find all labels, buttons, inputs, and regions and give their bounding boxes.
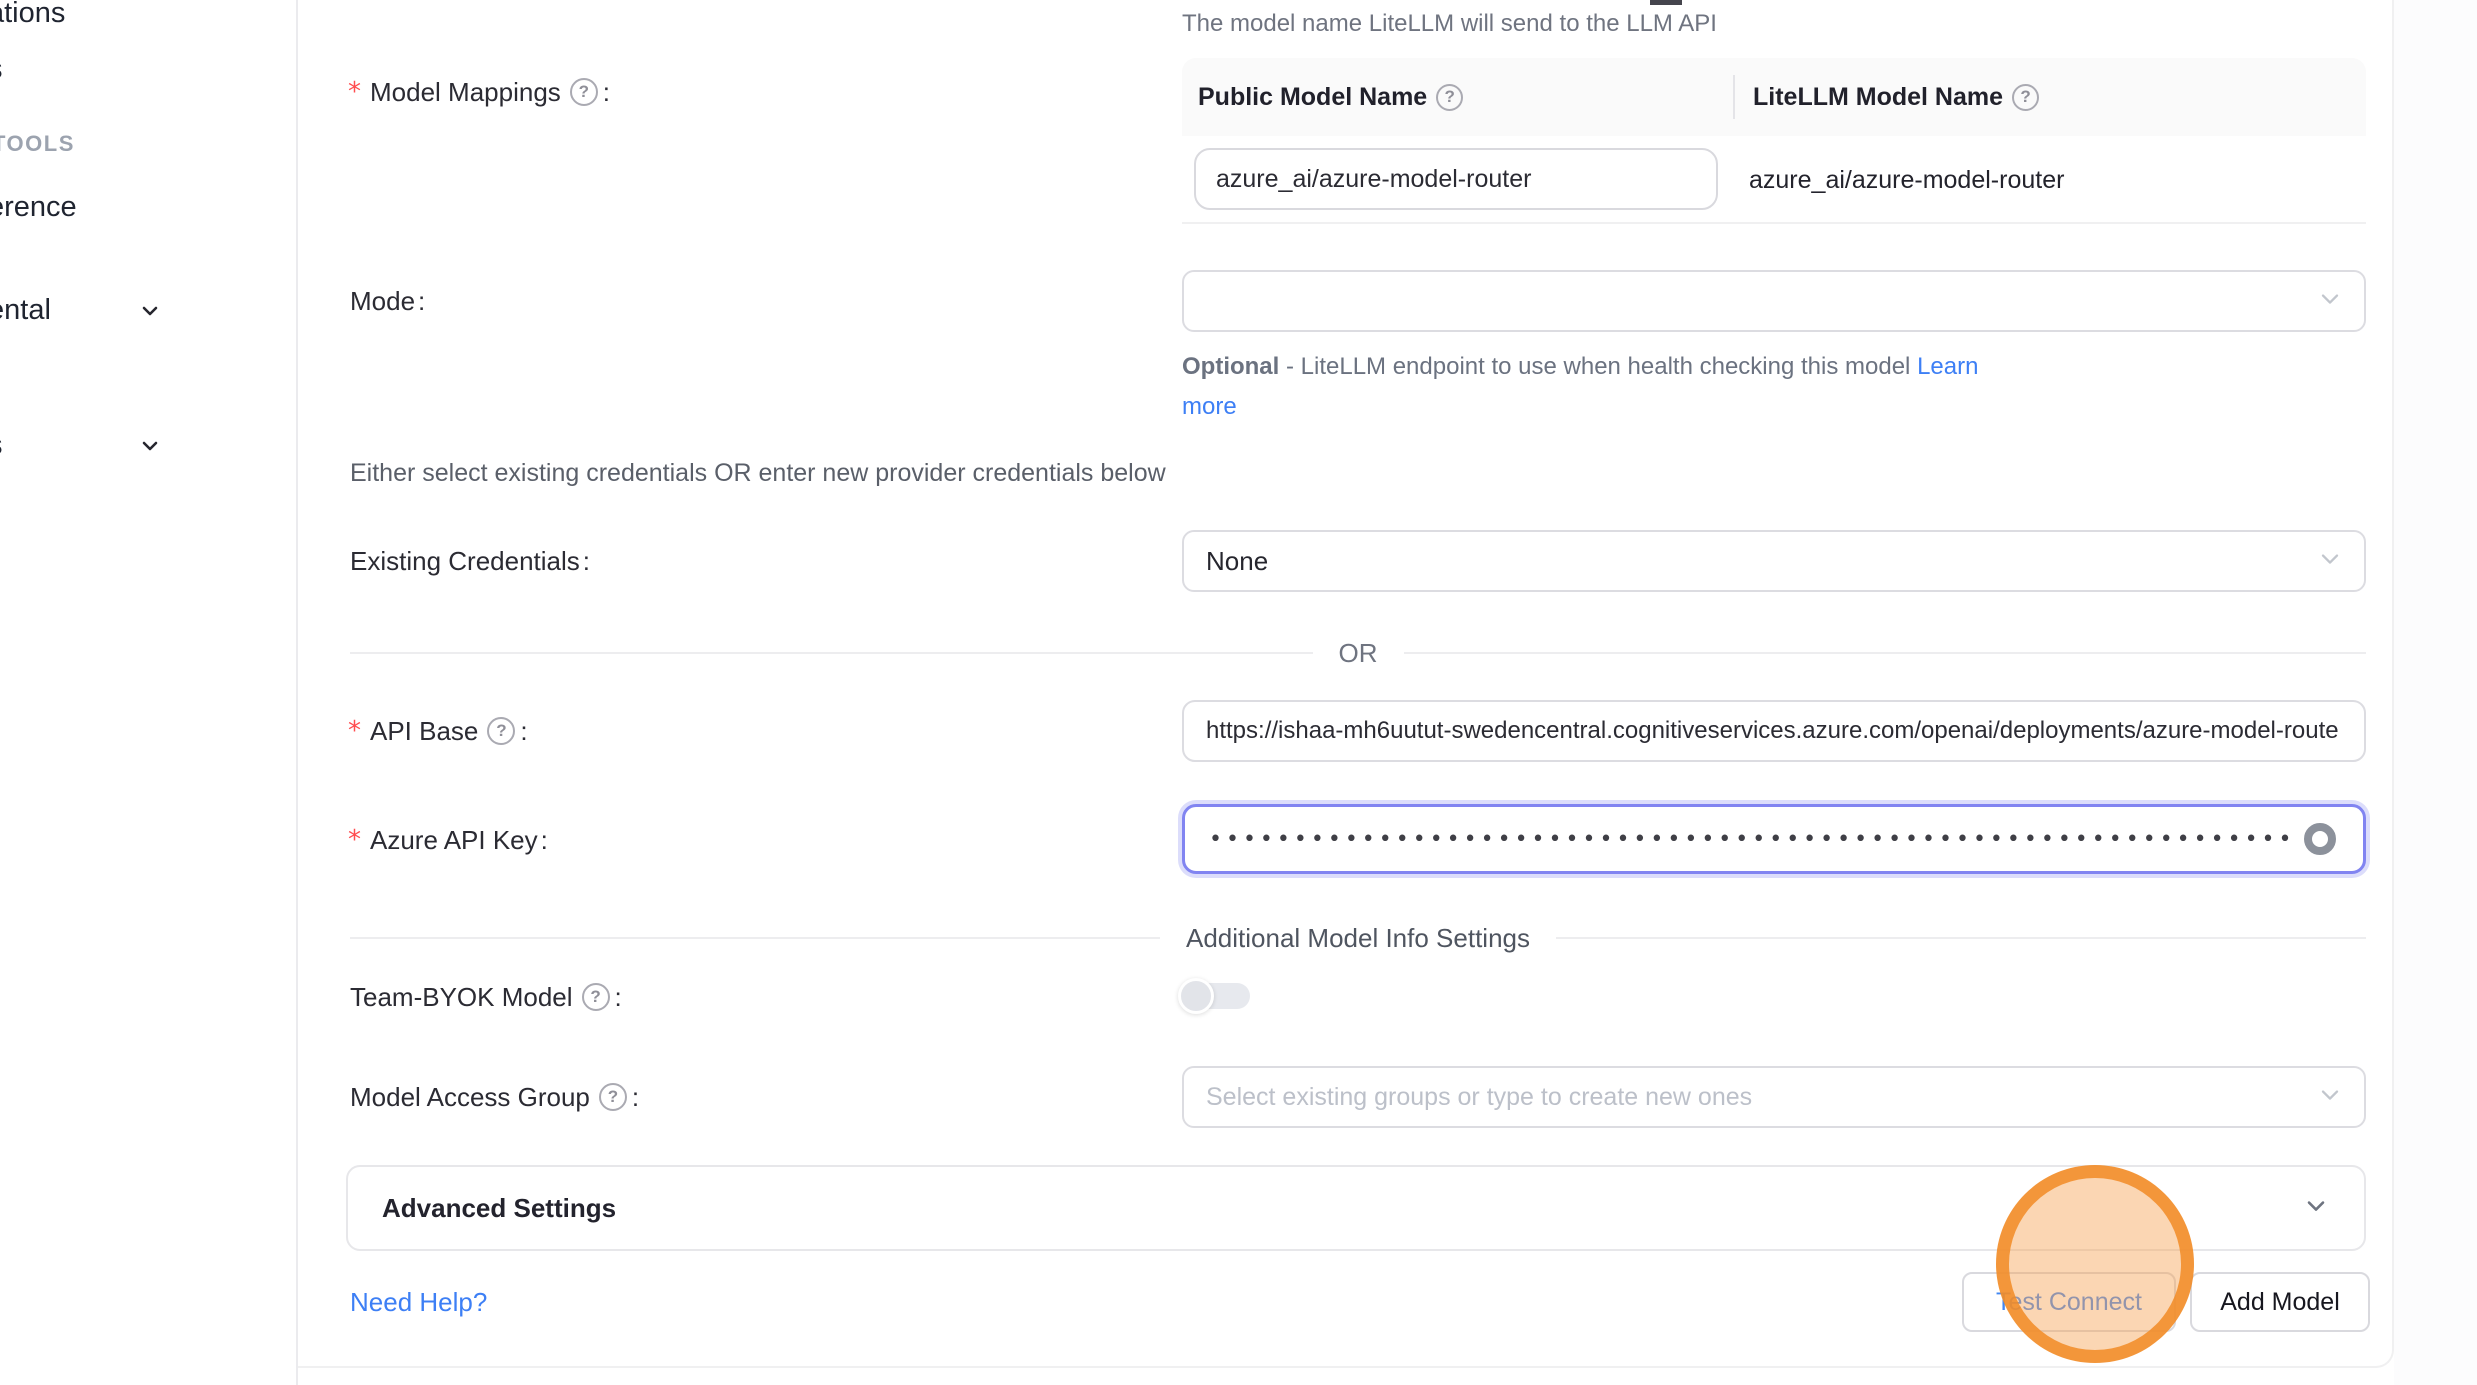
existing-credentials-value: None xyxy=(1184,546,1268,577)
model-access-group-label: Model Access Group ? : xyxy=(350,1079,639,1115)
advanced-settings-label: Advanced Settings xyxy=(382,1193,616,1224)
or-divider: OR xyxy=(350,633,2366,673)
litellm-model-name-value: azure_ai/azure-model-router xyxy=(1749,136,2064,224)
mode-helper-line1: Optional - LiteLLM endpoint to use when … xyxy=(1182,347,1978,387)
mode-helper-text: Optional - LiteLLM endpoint to use when … xyxy=(1182,347,1978,427)
required-marker: * xyxy=(348,822,361,858)
api-base-label: * API Base ? : xyxy=(348,713,528,749)
chevron-down-icon xyxy=(2316,545,2344,578)
divider-line xyxy=(1404,652,2367,654)
model-mappings-table-header: Public Model Name ? LiteLLM Model Name ? xyxy=(1182,58,2366,136)
divider-line xyxy=(1556,937,2366,939)
sidebar-item[interactable]: s xyxy=(0,52,3,86)
team-byok-label: Team-BYOK Model ? : xyxy=(350,979,622,1015)
sidebar-section-tools: TOOLS xyxy=(0,127,75,161)
advanced-settings-panel[interactable]: Advanced Settings xyxy=(346,1165,2366,1251)
divider-line xyxy=(350,937,1160,939)
colon: : xyxy=(520,713,527,749)
label-text: Azure API Key xyxy=(370,822,538,858)
chevron-down-icon xyxy=(2316,285,2344,318)
sidebar-item-label: ental xyxy=(0,294,51,326)
help-question-icon[interactable]: ? xyxy=(1436,84,1463,111)
model-access-group-placeholder: Select existing groups or type to create… xyxy=(1184,1083,1752,1112)
existing-credentials-select[interactable]: None xyxy=(1182,530,2366,592)
test-connect-button[interactable]: Test Connect xyxy=(1962,1272,2176,1332)
header-text: LiteLLM Model Name xyxy=(1753,83,2003,112)
sidebar-item-experimental[interactable]: ental xyxy=(0,293,188,327)
label-text: Mode xyxy=(350,283,415,319)
help-question-icon[interactable]: ? xyxy=(2012,84,2039,111)
colon: : xyxy=(632,1079,639,1115)
sidebar-item-label: s xyxy=(0,429,3,461)
public-model-name-input[interactable] xyxy=(1194,148,1718,210)
help-question-icon[interactable]: ? xyxy=(599,1083,627,1111)
colon: : xyxy=(603,74,610,110)
additional-info-divider: Additional Model Info Settings xyxy=(350,918,2366,958)
toggle-password-visibility-button[interactable] xyxy=(2300,820,2340,860)
learn-more-link[interactable]: more xyxy=(1182,393,1237,420)
azure-api-key-input[interactable] xyxy=(1182,804,2366,874)
azure-api-key-label: * Azure API Key : xyxy=(348,822,548,858)
public-model-name-header: Public Model Name ? xyxy=(1182,83,1733,112)
litellm-model-name-header: LiteLLM Model Name ? xyxy=(1733,83,2366,112)
eye-icon xyxy=(2300,819,2340,862)
model-name-helper-text: The model name LiteLLM will send to the … xyxy=(1182,8,1717,40)
team-byok-toggle[interactable] xyxy=(1178,978,1250,1014)
label-text: Model Mappings xyxy=(370,74,561,110)
label-text: API Base xyxy=(370,713,478,749)
model-mappings-label: * Model Mappings ? : xyxy=(348,74,610,110)
chevron-down-icon xyxy=(138,432,162,466)
colon: : xyxy=(418,283,425,319)
sidebar: ations s TOOLS erence ental s xyxy=(0,0,298,1385)
label-text: Existing Credentials xyxy=(350,543,580,579)
help-question-icon[interactable]: ? xyxy=(582,983,610,1011)
sidebar-item-settings[interactable]: s xyxy=(0,428,188,462)
divider-line xyxy=(350,652,1313,654)
or-divider-text: OR xyxy=(1339,638,1378,669)
colon: : xyxy=(615,979,622,1015)
model-access-group-select[interactable]: Select existing groups or type to create… xyxy=(1182,1066,2366,1128)
api-base-input[interactable] xyxy=(1182,700,2366,762)
required-marker: * xyxy=(348,74,361,110)
add-model-button[interactable]: Add Model xyxy=(2190,1272,2370,1332)
chevron-down-icon xyxy=(138,297,162,331)
colon: : xyxy=(541,822,548,858)
toggle-knob xyxy=(1178,978,1214,1014)
model-mappings-table: Public Model Name ? LiteLLM Model Name ?… xyxy=(1182,58,2366,224)
cutoff-content-fragment xyxy=(1650,0,1682,5)
mode-label: Mode : xyxy=(350,283,425,319)
additional-info-divider-text: Additional Model Info Settings xyxy=(1186,923,1530,954)
model-mapping-row: azure_ai/azure-model-router xyxy=(1182,136,2366,224)
label-text: Model Access Group xyxy=(350,1079,590,1115)
label-text: Team-BYOK Model xyxy=(350,979,573,1015)
sidebar-item-inference[interactable]: erence xyxy=(0,190,77,224)
column-divider xyxy=(1733,75,1735,119)
mode-helper-line2: more xyxy=(1182,387,1978,427)
sidebar-item-organizations[interactable]: ations xyxy=(0,0,65,30)
colon: : xyxy=(583,543,590,579)
helper-bold: Optional xyxy=(1182,353,1279,380)
credentials-note: Either select existing credentials OR en… xyxy=(350,455,1166,491)
required-marker: * xyxy=(348,713,361,749)
chevron-down-icon xyxy=(2302,1192,2330,1225)
help-question-icon[interactable]: ? xyxy=(570,78,598,106)
page-background-strip xyxy=(2394,0,2477,1385)
existing-credentials-label: Existing Credentials : xyxy=(350,543,590,579)
need-help-link[interactable]: Need Help? xyxy=(350,1284,487,1320)
mode-select[interactable] xyxy=(1182,270,2366,332)
learn-more-link[interactable]: Learn xyxy=(1917,353,1978,380)
header-text: Public Model Name xyxy=(1198,83,1427,112)
helper-rest: - LiteLLM endpoint to use when health ch… xyxy=(1279,353,1917,380)
chevron-down-icon xyxy=(2316,1081,2344,1114)
help-question-icon[interactable]: ? xyxy=(487,717,515,745)
